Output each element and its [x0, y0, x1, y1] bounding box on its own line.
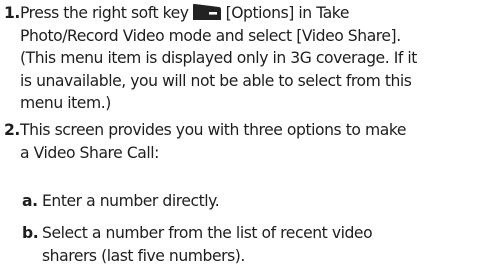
- substep-text: Enter a number directly.: [42, 190, 476, 213]
- step-1: 1. Press the right soft key [Options] in…: [0, 2, 476, 115]
- step-2: 2. This screen provides you with three o…: [0, 119, 476, 164]
- substep-letter: a.: [22, 192, 38, 210]
- step-line: This screen provides you with three opti…: [20, 121, 406, 139]
- substep-a: a. Enter a number directly.: [22, 190, 476, 213]
- right-soft-key-icon: [192, 3, 222, 21]
- step-text: This screen provides you with three opti…: [20, 119, 476, 164]
- substep-b: b. Select a number from the list of rece…: [22, 222, 476, 267]
- step-line: is unavailable, you will not be able to …: [20, 71, 412, 90]
- substep-line: Enter a number directly.: [42, 192, 220, 210]
- manual-page: 1. Press the right soft key [Options] in…: [0, 0, 483, 280]
- substep-letter: b.: [22, 224, 39, 242]
- step-text-segment: Press the right soft key: [20, 4, 189, 22]
- substep-line: Select a number from the list of recent …: [42, 224, 373, 242]
- step-line: Press the right soft key [Options] in Ta…: [20, 2, 476, 25]
- step-line: Photo/Record Video mode and select [Vide…: [20, 26, 401, 45]
- step-number: 2.: [4, 121, 20, 139]
- step-number: 1.: [4, 4, 20, 22]
- substep-line: sharers (last five numbers).: [42, 246, 245, 265]
- step-text-segment: [Options] in Take: [225, 4, 350, 22]
- step-text: Press the right soft key [Options] in Ta…: [20, 2, 476, 115]
- step-line: (This menu item is displayed only in 3G …: [20, 49, 417, 68]
- substep-text: Select a number from the list of recent …: [42, 222, 476, 267]
- step-line: menu item.): [20, 94, 111, 113]
- step-line: a Video Share Call:: [20, 143, 159, 162]
